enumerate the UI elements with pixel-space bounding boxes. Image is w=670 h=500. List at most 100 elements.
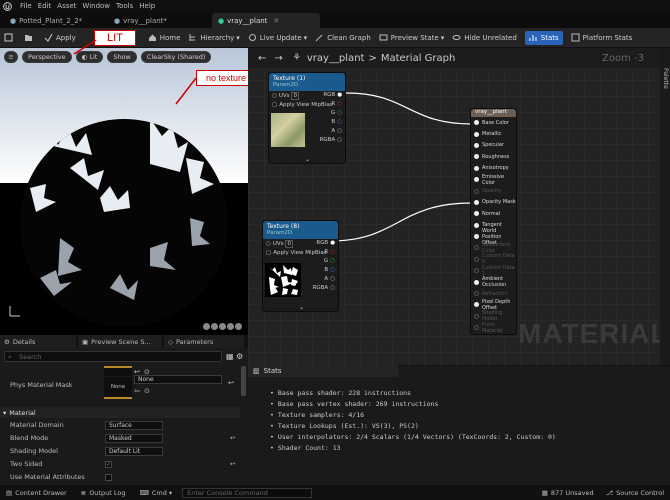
source-control-button[interactable]: ⎇ Source Control [606, 489, 664, 497]
stats-tab[interactable]: ▥ Stats [248, 365, 398, 377]
phys-mask-dropdown[interactable]: None [134, 375, 222, 384]
material-result-node[interactable]: vray__plant Base Color Metallic Specular… [470, 108, 517, 335]
reset-arrow-icon[interactable]: ↩ [230, 460, 235, 468]
pin-anisotropy[interactable]: Anisotropy [471, 163, 516, 174]
close-tab-icon[interactable]: ✕ [273, 17, 279, 25]
chevron-down-icon[interactable]: ⌄ [299, 304, 304, 311]
pin-metallic[interactable]: Metallic [471, 128, 516, 139]
texture-node-2[interactable]: Texture (8) Param2D ○ UVs 0 ▢ Apply View Mip… [262, 220, 339, 312]
use-material-attributes-checkbox[interactable] [105, 473, 112, 481]
save-button[interactable] [4, 31, 16, 45]
tab-bar: ● Potted_Plant_2_2* ● vray__plant* ● vra… [0, 12, 670, 28]
console-command-input[interactable]: Enter Console Command [182, 487, 313, 498]
pin-ambient-occlusion[interactable]: Ambient Occlusion [471, 276, 516, 288]
pin-emissive-color[interactable]: Emissive Color [471, 174, 516, 186]
material-section-header[interactable]: ▾ Material [0, 407, 240, 418]
menu-tools[interactable]: Tools [116, 2, 133, 10]
menu-asset[interactable]: Asset [57, 2, 76, 10]
tab-preview-scene[interactable]: ▣ Preview Scene S... [78, 335, 162, 348]
clean-graph-button[interactable]: Clean Graph [315, 31, 371, 45]
output-rgb[interactable]: RGB ● [314, 90, 342, 99]
cylinder-mesh-icon[interactable] [211, 323, 218, 330]
apply-icon [44, 33, 53, 42]
settings-gear-icon[interactable]: ⚙ [236, 352, 243, 361]
uvs-value: 0 [285, 239, 293, 248]
output-log-button[interactable]: ≣ Output Log [81, 489, 126, 497]
reset-arrow-icon[interactable]: ↩ [230, 434, 235, 442]
output-r[interactable]: R ○ [314, 99, 342, 108]
tab-vray-plant[interactable]: ● vray__plant ✕ [212, 13, 320, 28]
texture-thumbnail [271, 113, 305, 147]
output-b[interactable]: B ○ [314, 117, 342, 126]
phys-mask-thumbnail[interactable]: None [104, 377, 132, 399]
menu-help[interactable]: Help [139, 2, 155, 10]
pin-shading-model[interactable]: Shading Model [471, 310, 516, 322]
pin-front-material[interactable]: Front Material [471, 322, 516, 334]
pin-world-position-offset[interactable]: World Position Offset [471, 228, 516, 246]
menu-edit[interactable]: Edit [38, 2, 52, 10]
unreal-logo-icon[interactable] [0, 0, 14, 12]
tab-potted-plant[interactable]: ● Potted_Plant_2_2* [4, 13, 104, 28]
output-a[interactable]: A ○ [314, 126, 342, 135]
pin-icon: ○ [272, 92, 277, 99]
pin-opacity-mask[interactable]: Opacity Mask [471, 197, 516, 208]
chevron-down-icon: ▾ [440, 33, 445, 42]
pin-icon: ○ [330, 284, 335, 291]
output-a[interactable]: A ○ [307, 274, 335, 283]
cmd-button[interactable]: ⌨ Cmd ▾ [139, 489, 172, 497]
menu-window[interactable]: Window [82, 2, 110, 10]
pin-custom-data-1[interactable]: Custom Data 1 [471, 265, 516, 277]
preview-mesh-buttons [203, 323, 242, 330]
pin-opacity[interactable]: Opacity [471, 185, 516, 196]
texture-node-header: Texture (8) Param2D [263, 221, 338, 239]
cube-mesh-icon[interactable] [227, 323, 234, 330]
shading-model-dropdown[interactable]: Default Lit [105, 446, 163, 456]
output-rgba[interactable]: RGBA ○ [307, 283, 335, 292]
output-b[interactable]: B ○ [307, 265, 335, 274]
pin-specular[interactable]: Specular [471, 140, 516, 151]
palette-sidebar[interactable]: Palette [660, 48, 670, 365]
platform-stats-button[interactable]: Platform Stats [571, 31, 632, 45]
blend-mode-label: Blend Mode [10, 434, 49, 442]
out-label: B [324, 266, 329, 273]
pin-refraction[interactable]: Refraction [471, 288, 516, 299]
browse-icon[interactable]: ⊙ [144, 387, 150, 395]
reset-arrow-icon[interactable]: ↩ [228, 379, 234, 387]
output-g[interactable]: G ○ [314, 108, 342, 117]
texture-node-1[interactable]: Texture (1) Param2D ○ UVs 0 ▢ Apply View Mip… [268, 72, 346, 164]
content-drawer-button[interactable]: ▤ Content Drawer [6, 489, 67, 497]
chevron-down-icon[interactable]: ⌄ [305, 156, 310, 163]
grid-view-icon[interactable]: ▦ [226, 352, 234, 361]
pin-normal[interactable]: Normal [471, 208, 516, 219]
sphere-mesh-icon[interactable] [203, 323, 210, 330]
blend-mode-dropdown[interactable]: Masked [105, 433, 163, 443]
custom-mesh-icon[interactable] [235, 323, 242, 330]
browse-button[interactable] [24, 31, 36, 45]
use-selected-icon[interactable]: ⇦ [134, 387, 140, 395]
output-rgba[interactable]: RGBA ○ [314, 135, 342, 144]
pin-base-color[interactable]: Base Color [471, 117, 516, 128]
output-r[interactable]: R ○ [307, 247, 335, 256]
two-sided-checkbox[interactable]: ✓ [105, 460, 112, 468]
hide-unrelated-button[interactable]: Hide Unrelated [452, 31, 517, 45]
output-g[interactable]: G ○ [307, 256, 335, 265]
blend-mode-value: Masked [109, 434, 132, 442]
pin-pixel-depth-offset[interactable]: Pixel Depth Offset [471, 299, 516, 311]
plane-mesh-icon[interactable] [219, 323, 226, 330]
stats-button[interactable]: Stats [524, 30, 563, 45]
unsaved-button[interactable]: ▦ 877 Unsaved [542, 489, 594, 497]
pin-custom-data-0[interactable]: Custom Data 0 [471, 253, 516, 265]
pin-subsurface-color[interactable]: Subsurface Color [471, 242, 516, 254]
hamburger-icon: ≡ [8, 53, 14, 61]
preview-state-button[interactable]: Preview State ▾ [379, 31, 445, 45]
pin-roughness[interactable]: Roughness [471, 151, 516, 162]
tab-vray-plant-modified[interactable]: ● vray__plant* [108, 13, 208, 28]
tab-parameters[interactable]: ◇ Parameters [164, 335, 244, 348]
menu-file[interactable]: File [20, 2, 32, 10]
details-scrollbar[interactable] [241, 366, 246, 396]
material-domain-dropdown[interactable]: Surface [105, 420, 163, 430]
tab-details[interactable]: ⚙ Details [0, 335, 76, 348]
details-search-input[interactable]: ⌕ Search [4, 351, 222, 362]
viewport-menu-button[interactable]: ≡ [4, 51, 18, 63]
output-rgb[interactable]: RGB ● [307, 238, 335, 247]
